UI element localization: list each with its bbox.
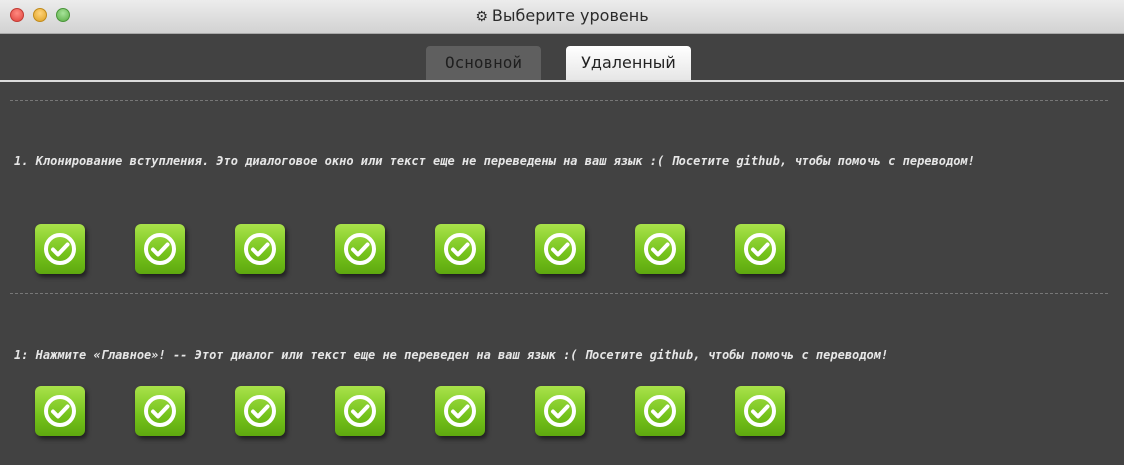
title-bar: ⚙ Выберите уровень (0, 0, 1124, 34)
window-title: ⚙ Выберите уровень (0, 6, 1124, 25)
level-button[interactable] (35, 386, 85, 436)
check-circle-icon (744, 233, 776, 265)
level-button[interactable] (35, 224, 85, 274)
level-button[interactable] (435, 224, 485, 274)
level-button[interactable] (535, 386, 585, 436)
level-button[interactable] (735, 224, 785, 274)
tab-divider (0, 80, 1124, 82)
section-divider (10, 100, 1108, 101)
gear-icon: ⚙ (475, 9, 488, 25)
check-circle-icon (544, 395, 576, 427)
tab-remote[interactable]: Удаленный (566, 46, 691, 80)
level-button[interactable] (535, 224, 585, 274)
check-circle-icon (44, 233, 76, 265)
check-circle-icon (544, 233, 576, 265)
level-button[interactable] (135, 224, 185, 274)
section-title: 1: Нажмите «Главное»! -- Этот диалог или… (14, 348, 889, 362)
check-circle-icon (444, 233, 476, 265)
check-circle-icon (644, 395, 676, 427)
tab-bar: Основной Удаленный (0, 34, 1124, 82)
window-title-text: Выберите уровень (491, 6, 649, 25)
level-button[interactable] (335, 224, 385, 274)
level-button[interactable] (635, 386, 685, 436)
level-select-window: ⚙ Выберите уровень Основной Удаленный 1. … (0, 0, 1124, 465)
level-button[interactable] (435, 386, 485, 436)
check-circle-icon (44, 395, 76, 427)
check-circle-icon (744, 395, 776, 427)
section-title: 1. Клонирование вступления. Это диалогов… (14, 154, 975, 168)
level-button[interactable] (135, 386, 185, 436)
level-button[interactable] (635, 224, 685, 274)
check-circle-icon (244, 395, 276, 427)
section-divider (10, 293, 1108, 294)
check-circle-icon (444, 395, 476, 427)
check-circle-icon (244, 233, 276, 265)
check-circle-icon (144, 395, 176, 427)
check-circle-icon (344, 233, 376, 265)
check-circle-icon (644, 233, 676, 265)
level-button[interactable] (235, 386, 285, 436)
level-button[interactable] (235, 224, 285, 274)
level-button[interactable] (735, 386, 785, 436)
tab-main[interactable]: Основной (426, 46, 541, 80)
check-circle-icon (344, 395, 376, 427)
level-button[interactable] (335, 386, 385, 436)
check-circle-icon (144, 233, 176, 265)
